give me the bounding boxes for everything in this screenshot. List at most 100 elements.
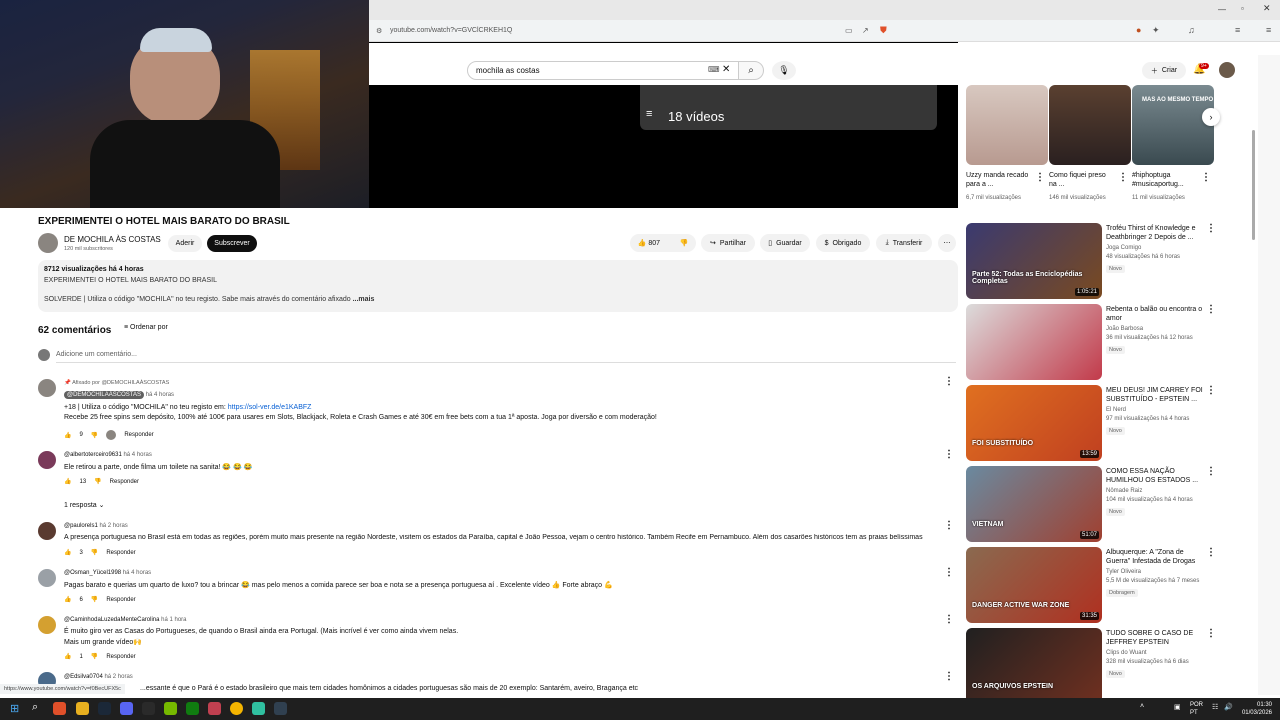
volume-icon[interactable]: 🔊 (1224, 703, 1233, 711)
music-icon[interactable]: ♫ (1188, 25, 1195, 35)
recommendation-channel[interactable]: El Nerd (1106, 406, 1216, 415)
recommendation-channel[interactable]: Clips do Wuant (1106, 649, 1216, 658)
file-explorer-icon[interactable] (76, 702, 89, 715)
comment-author[interactable]: @DEMOCHILAÀSCOSTAS (64, 391, 144, 399)
extension-icon[interactable]: ● (1136, 25, 1141, 35)
channel-avatar[interactable] (38, 233, 58, 253)
recommendation-thumbnail[interactable]: VIETNAM 51:07 (966, 466, 1102, 542)
page-scrollbar[interactable] (1252, 130, 1255, 240)
tray-app-icon[interactable]: ▣ (1174, 703, 1181, 711)
recommendation-item[interactable]: VIETNAM 51:07 COMO ESSA NAÇÃO HUMILHOU OS … (966, 466, 1216, 544)
comment-time[interactable]: há 2 horas (99, 523, 127, 529)
browser-menu-icon[interactable]: ≡ (1266, 25, 1271, 35)
next-shorts-button[interactable]: › (1202, 108, 1220, 126)
clear-search-icon[interactable]: ✕ (722, 64, 730, 75)
brave-shield-icon[interactable]: ⛊ (880, 25, 887, 36)
minimize-icon[interactable]: — (1218, 5, 1226, 14)
dislike-icon[interactable]: 👎 (91, 653, 98, 660)
app-icon[interactable] (274, 702, 287, 715)
comment-author[interactable]: @albertoterceiro9631 (64, 452, 122, 458)
share-page-icon[interactable]: ↗ (862, 26, 869, 35)
recommendation-title[interactable]: TUDO SOBRE O CASO DE JEFFREY EPSTEIN (1106, 629, 1206, 647)
short-title[interactable]: Como fiquei preso na ... (1049, 171, 1115, 189)
recommendation-thumbnail[interactable]: FOI SUBSTITUÍDO 13:59 (966, 385, 1102, 461)
short-thumbnail[interactable] (966, 85, 1048, 165)
channel-name[interactable]: DE MOCHILA ÀS COSTAS (64, 235, 161, 244)
download-button[interactable]: ⤓ Transferir (876, 234, 932, 252)
comment-avatar[interactable] (38, 451, 56, 469)
app-icon[interactable] (208, 702, 221, 715)
comment-time[interactable]: há 4 horas (123, 570, 151, 576)
recommendation-menu-icon[interactable]: ⋮ (1206, 385, 1216, 396)
app-icon[interactable] (252, 702, 265, 715)
comment-link[interactable]: https://sol-ver.de/e1KABFZ (228, 404, 312, 411)
short-title[interactable]: Uzzy manda recado para a ... (966, 171, 1032, 189)
dislike-icon[interactable]: 👎 (680, 239, 689, 247)
recommendation-thumbnail[interactable]: OS ARQUIVOS EPSTEIN (966, 628, 1102, 704)
short-thumbnail[interactable]: MAS AO MESMO TEMPO (1132, 85, 1214, 165)
reply-button[interactable]: Responder (106, 654, 135, 660)
show-more-link[interactable]: ...mais (353, 296, 375, 303)
short-title[interactable]: #hiphoptuga #musicaportug... (1132, 171, 1198, 189)
nvidia-icon[interactable] (164, 702, 177, 715)
recommendation-item[interactable]: FOI SUBSTITUÍDO 13:59 MEU DEUS! JIM CARREY… (966, 385, 1216, 463)
like-icon[interactable]: 👍 (64, 549, 71, 556)
windows-start-icon[interactable]: ⊞ (10, 702, 19, 715)
site-settings-icon[interactable]: ⚙ (376, 27, 382, 35)
account-avatar[interactable] (1219, 62, 1235, 78)
like-icon[interactable]: 👍 (64, 432, 71, 439)
recommendation-menu-icon[interactable]: ⋮ (1206, 466, 1216, 477)
comment-avatar[interactable] (38, 569, 56, 587)
comment-avatar[interactable] (38, 522, 56, 540)
comment-author[interactable]: @Osman_Yücel1998 (64, 570, 121, 576)
short-menu-icon[interactable]: ⋮ (1201, 172, 1211, 183)
recommendation-title[interactable]: COMO ESSA NAÇÃO HUMILHOU OS ESTADOS ... (1106, 467, 1206, 485)
voice-search-button[interactable]: 🎙 (772, 61, 796, 80)
comment-menu-icon[interactable]: ⋮ (944, 376, 954, 387)
search-value[interactable]: mochila as costas (476, 66, 540, 75)
view-replies-button[interactable]: 1 resposta ⌄ (64, 501, 105, 509)
recommendation-menu-icon[interactable]: ⋮ (1206, 547, 1216, 558)
short-thumbnail[interactable] (1049, 85, 1131, 165)
like-icon[interactable]: 👍 (64, 478, 71, 485)
comment-menu-icon[interactable]: ⋮ (944, 614, 954, 625)
create-button[interactable]: ＋ Criar (1142, 62, 1186, 79)
comment-author[interactable]: @Edsilva0704 (64, 674, 103, 680)
language-indicator[interactable]: POR PT (1190, 701, 1203, 717)
dislike-icon[interactable]: 👎 (94, 478, 101, 485)
cast-icon[interactable]: ▭ (845, 26, 853, 35)
comment-author[interactable]: @paulorels1 (64, 523, 98, 529)
close-window-icon[interactable]: ✕ (1263, 3, 1271, 14)
recommendation-thumbnail[interactable]: DANGER ACTIVE WAR ZONE 31:35 (966, 547, 1102, 623)
network-icon[interactable]: ☷ (1212, 703, 1218, 711)
comment-time[interactable]: há 1 hora (161, 617, 186, 623)
recommendation-title[interactable]: Rebenta o balão ou encontra o amor (1106, 305, 1206, 323)
recommendation-title[interactable]: Albuquerque: A "Zona de Guerra" Infestad… (1106, 548, 1206, 566)
recommendation-channel[interactable]: Nômade Raiz (1106, 487, 1216, 496)
like-button[interactable]: 👍 807 (638, 239, 660, 247)
thanks-button[interactable]: $ Obrigado (816, 234, 870, 252)
description-box[interactable] (38, 260, 958, 312)
share-button[interactable]: ↪ Partilhar (701, 234, 755, 252)
join-button[interactable]: Aderir (168, 235, 202, 252)
recommendation-menu-icon[interactable]: ⋮ (1206, 628, 1216, 639)
chrome-icon[interactable] (230, 702, 243, 715)
maximize-icon[interactable]: ▫ (1241, 4, 1244, 13)
address-url[interactable]: youtube.com/watch?v=GVClCRKEH1Q (390, 27, 512, 34)
reply-button[interactable]: Responder (124, 432, 153, 438)
recommendation-item[interactable]: OS ARQUIVOS EPSTEIN TUDO SOBRE O CASO DE … (966, 628, 1216, 706)
dislike-icon[interactable]: 👎 (91, 549, 98, 556)
comment-menu-icon[interactable]: ⋮ (944, 449, 954, 460)
recommendation-channel[interactable]: João Barbosa (1106, 325, 1216, 334)
more-actions-button[interactable]: ⋯ (938, 234, 956, 252)
taskbar-search-icon[interactable]: ⌕ (32, 701, 38, 714)
keyboard-icon[interactable]: ⌨ (708, 65, 720, 74)
recommendation-item[interactable]: DANGER ACTIVE WAR ZONE 31:35 Albuquerque: … (966, 547, 1216, 625)
brave-browser-icon[interactable] (53, 702, 66, 715)
reply-button[interactable]: Responder (110, 479, 139, 485)
search-button[interactable]: ⌕ (738, 61, 764, 80)
comment-time[interactable]: há 4 horas (146, 392, 174, 398)
like-icon[interactable]: 👍 (64, 653, 71, 660)
steam-icon[interactable] (98, 702, 111, 715)
save-button[interactable]: ▯ Guardar (760, 234, 810, 252)
